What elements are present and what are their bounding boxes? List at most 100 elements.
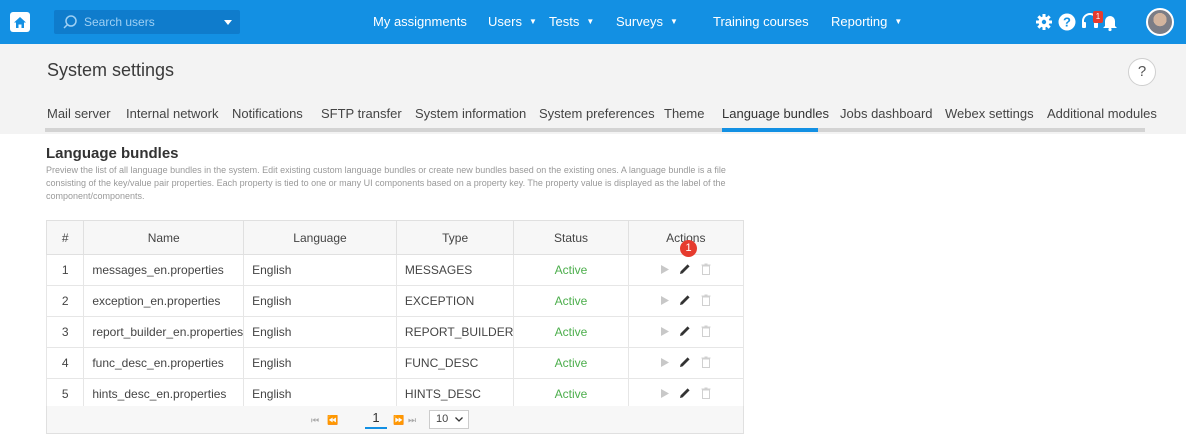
nav-my-assignments[interactable]: My assignments [373,14,467,29]
trash-icon[interactable] [701,263,711,278]
tab-theme[interactable]: Theme [664,106,704,121]
bundle-type: FUNC_DESC [395,347,515,379]
search-users-box[interactable]: Search users [54,10,240,34]
bundle-name: hints_desc_en.properties [83,378,245,410]
tab-system-information[interactable]: System information [415,106,526,121]
trash-icon[interactable] [701,356,711,371]
status-badge: Active [513,316,629,348]
bundle-language: English [243,316,397,348]
preview-icon[interactable] [660,294,669,308]
preview-icon[interactable] [660,387,669,401]
row-number: 3 [45,316,85,348]
bundle-language: English [243,254,397,286]
nav-tests[interactable]: Tests ▼ [549,14,594,29]
tab-divider [45,128,1145,132]
edit-icon[interactable] [679,263,691,278]
nav-surveys[interactable]: Surveys ▼ [616,14,678,29]
step-marker: 1 [680,240,697,257]
tab-sftp-transfer[interactable]: SFTP transfer [321,106,402,121]
tab-mail-server[interactable]: Mail server [47,106,111,121]
chevron-down-icon: ▼ [586,17,595,26]
notification-badge: 1 [1093,11,1103,23]
preview-icon[interactable] [660,325,669,339]
current-page[interactable]: 1 [365,410,387,429]
row-number: 5 [45,378,85,410]
help-icon[interactable]: ? [1057,12,1077,32]
edit-icon[interactable] [679,387,691,402]
bundle-language: English [243,378,397,410]
row-actions [627,316,745,348]
chevron-down-icon [455,417,463,422]
first-page-button[interactable]: ⏮ [311,415,319,426]
row-actions [627,378,745,410]
bundle-type: EXCEPTION [395,285,515,317]
bundle-name: func_desc_en.properties [83,347,245,379]
status-badge: Active [513,254,629,286]
pagination: ⏮ ⏪ 1 ⏩ ⏭ 10 [46,406,744,434]
bundle-type: MESSAGES [395,254,515,286]
gear-icon[interactable] [1034,12,1054,32]
status-badge: Active [513,347,629,379]
section-title: Language bundles [46,145,179,162]
language-bundles-table: # Name Language Type Status Actions 1 mes… [45,220,745,410]
bundle-type: HINTS_DESC [395,378,515,410]
column-header-language[interactable]: Language [243,220,397,255]
row-actions [627,254,745,286]
preview-icon[interactable] [660,263,669,277]
search-icon [62,14,78,35]
status-badge: Active [513,285,629,317]
row-number: 1 [45,254,85,286]
row-number: 4 [45,347,85,379]
column-header-number[interactable]: # [45,220,85,255]
table-header-row: # Name Language Type Status Actions [45,220,745,255]
tab-notifications[interactable]: Notifications [232,106,303,121]
chevron-down-icon: ▼ [669,17,678,26]
bundle-language: English [243,347,397,379]
row-number: 2 [45,285,85,317]
home-icon[interactable] [10,12,30,32]
edit-icon[interactable] [679,294,691,309]
tab-jobs-dashboard[interactable]: Jobs dashboard [840,106,933,121]
tab-webex-settings[interactable]: Webex settings [945,106,1034,121]
bundle-name: messages_en.properties [83,254,245,286]
trash-icon[interactable] [701,387,711,402]
bundle-language: English [243,285,397,317]
help-button[interactable]: ? [1128,58,1156,86]
tab-system-preferences[interactable]: System preferences [539,106,655,121]
last-page-button[interactable]: ⏭ [408,415,416,426]
table-row[interactable]: 4 func_desc_en.properties English FUNC_DESC… [45,347,745,379]
edit-icon[interactable] [679,325,691,340]
table-row[interactable]: 5 hints_desc_en.properties English HINTS_DE… [45,378,745,410]
svg-text:?: ? [1063,15,1071,30]
row-actions [627,347,745,379]
bundle-name: exception_en.properties [83,285,245,317]
column-header-status[interactable]: Status [513,220,629,255]
bell-icon[interactable] [1100,12,1120,32]
bundle-name: report_builder_en.properties [83,316,245,348]
search-filter-dropdown[interactable] [216,10,240,34]
table-row[interactable]: 2 exception_en.properties English EXCEPTION… [45,285,745,317]
nav-users[interactable]: Users ▼ [488,14,537,29]
edit-icon[interactable] [679,356,691,371]
tab-language-bundles[interactable]: Language bundles [722,106,829,121]
nav-training-courses[interactable]: Training courses [713,14,809,29]
trash-icon[interactable] [701,325,711,340]
nav-reporting[interactable]: Reporting ▼ [831,14,902,29]
page-title: System settings [47,60,175,80]
preview-icon[interactable] [660,356,669,370]
page-size-select[interactable]: 10 [429,410,469,429]
active-tab-indicator [722,128,818,132]
table-row[interactable]: 3 report_builder_en.properties English REPO… [45,316,745,348]
tab-internal-network[interactable]: Internal network [126,106,219,121]
column-header-name[interactable]: Name [83,220,245,255]
search-input[interactable]: Search users [84,15,155,29]
trash-icon[interactable] [701,294,711,309]
next-page-button[interactable]: ⏩ [393,415,404,426]
table-row[interactable]: 1 messages_en.properties English MESSAGES Ac… [45,254,745,286]
tab-additional-modules[interactable]: Additional modules [1047,106,1157,121]
chevron-down-icon: ▼ [528,17,537,26]
bundle-type: REPORT_BUILDER [395,316,515,348]
avatar[interactable] [1146,8,1174,36]
prev-page-button[interactable]: ⏪ [327,415,338,426]
column-header-type[interactable]: Type [395,220,515,255]
